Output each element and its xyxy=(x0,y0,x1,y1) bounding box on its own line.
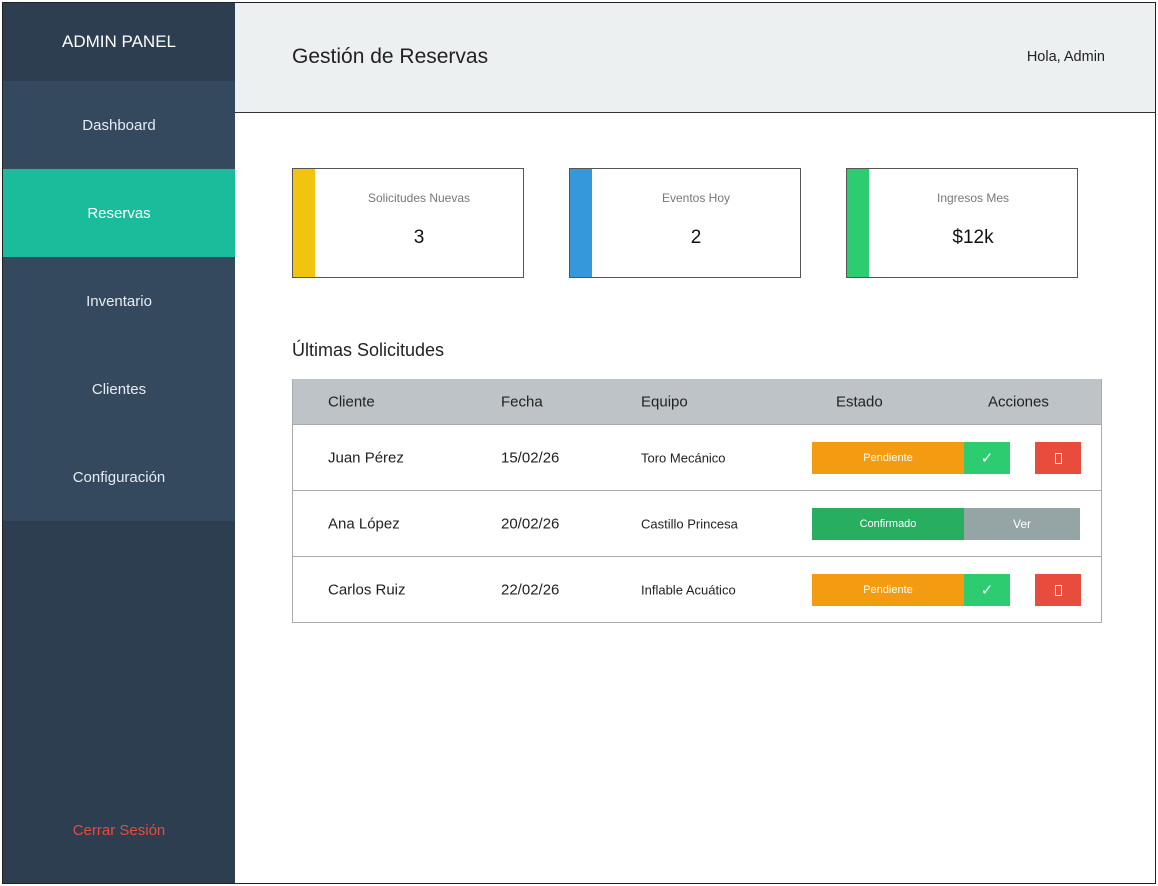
cell-cliente: Juan Pérez xyxy=(328,449,404,466)
column-header-equipo: Equipo xyxy=(641,393,688,410)
stat-label: Ingresos Mes xyxy=(936,191,1010,205)
logout-link[interactable]: Cerrar Sesión xyxy=(3,822,235,839)
stat-value: 3 xyxy=(413,227,425,248)
cell-fecha: 22/02/26 xyxy=(501,581,560,598)
user-greeting: Hola, Admin xyxy=(1026,49,1105,65)
brand-title: ADMIN PANEL xyxy=(3,3,235,81)
sidebar-item-inventario[interactable]: Inventario xyxy=(3,257,235,345)
stat-label: Solicitudes Nuevas xyxy=(367,191,471,205)
stat-card-events-today: Eventos Hoy 2 xyxy=(569,168,801,278)
check-icon: ✓ xyxy=(980,582,994,599)
cell-cliente: Carlos Ruiz xyxy=(328,581,406,598)
cell-fecha: 15/02/26 xyxy=(501,449,560,466)
table-row: Ana López 20/02/26 Castillo Princesa Con… xyxy=(293,490,1101,556)
column-header-fecha: Fecha xyxy=(501,393,543,410)
column-header-estado: Estado xyxy=(836,393,883,410)
page-title: Gestión de Reservas xyxy=(292,45,489,68)
status-badge-confirmed: Confirmado xyxy=(812,508,964,540)
column-header-acciones: Acciones xyxy=(988,393,1049,410)
reject-button[interactable] xyxy=(1035,442,1081,474)
sidebar-item-configuracion[interactable]: Configuración xyxy=(3,433,235,521)
delete-icon xyxy=(1054,584,1062,596)
stat-accent-bar xyxy=(570,169,592,277)
cell-fecha: 20/02/26 xyxy=(501,515,560,532)
section-title: Últimas Solicitudes xyxy=(292,340,445,360)
sidebar-nav: Dashboard Reservas Inventario Clientes C… xyxy=(3,81,235,521)
column-header-cliente: Cliente xyxy=(328,393,375,410)
reject-button[interactable] xyxy=(1035,574,1081,606)
stat-value: $12k xyxy=(952,227,994,248)
view-button[interactable]: Ver xyxy=(964,508,1080,540)
status-badge-pending: Pendiente xyxy=(812,442,964,474)
stat-label: Eventos Hoy xyxy=(661,191,731,205)
delete-icon xyxy=(1054,452,1062,464)
cell-equipo: Toro Mecánico xyxy=(641,450,726,465)
stat-accent-bar xyxy=(847,169,869,277)
table-row: Carlos Ruiz 22/02/26 Inflable Acuático P… xyxy=(293,556,1101,622)
cell-equipo: Castillo Princesa xyxy=(641,516,738,531)
stat-accent-bar xyxy=(293,169,315,277)
cell-equipo: Inflable Acuático xyxy=(641,582,736,597)
table-header: Cliente Fecha Equipo Estado Acciones xyxy=(293,379,1101,424)
sidebar-item-reservas[interactable]: Reservas xyxy=(3,169,235,257)
approve-button[interactable]: ✓ xyxy=(964,442,1010,474)
status-badge-pending: Pendiente xyxy=(812,574,964,606)
stat-card-new-requests: Solicitudes Nuevas 3 xyxy=(292,168,524,278)
sidebar-item-dashboard[interactable]: Dashboard xyxy=(3,81,235,169)
table-row: Juan Pérez 15/02/26 Toro Mecánico Pendie… xyxy=(293,424,1101,490)
page-header: Gestión de Reservas Hola, Admin xyxy=(235,3,1155,113)
requests-table: Cliente Fecha Equipo Estado Acciones Jua… xyxy=(292,379,1102,623)
app-frame: ADMIN PANEL Dashboard Reservas Inventari… xyxy=(2,2,1156,884)
stat-card-monthly-income: Ingresos Mes $12k xyxy=(846,168,1078,278)
sidebar: ADMIN PANEL Dashboard Reservas Inventari… xyxy=(3,3,235,883)
approve-button[interactable]: ✓ xyxy=(964,574,1010,606)
stat-value: 2 xyxy=(690,227,702,248)
check-icon: ✓ xyxy=(980,450,994,467)
cell-cliente: Ana López xyxy=(328,515,400,532)
sidebar-item-clientes[interactable]: Clientes xyxy=(3,345,235,433)
